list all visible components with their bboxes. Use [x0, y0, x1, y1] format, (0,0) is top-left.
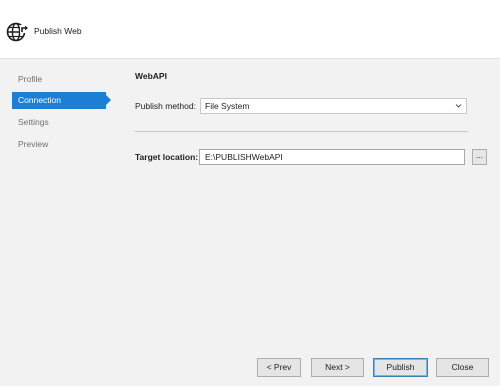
- sidebar-item-preview[interactable]: Preview: [12, 136, 106, 153]
- browse-button[interactable]: ...: [472, 149, 487, 165]
- sidebar-item-connection[interactable]: Connection: [12, 92, 111, 109]
- sidebar-item-profile[interactable]: Profile: [12, 71, 106, 88]
- publish-method-select[interactable]: File System: [200, 98, 467, 114]
- sidebar-item-label: Connection: [18, 95, 62, 105]
- globe-publish-icon: [6, 21, 30, 43]
- dialog-header: Publish Web: [0, 0, 500, 58]
- close-button[interactable]: Close: [436, 358, 489, 377]
- sidebar-item-settings[interactable]: Settings: [12, 114, 106, 131]
- active-pointer-icon: [106, 95, 111, 105]
- profile-name-heading: WebAPI: [135, 71, 167, 81]
- prev-button[interactable]: < Prev: [257, 358, 301, 377]
- section-divider: [135, 131, 468, 132]
- target-location-input[interactable]: E:\PUBLISHWebAPI: [199, 149, 465, 165]
- target-location-value: E:\PUBLISHWebAPI: [205, 152, 283, 162]
- sidebar-item-label: Preview: [18, 139, 49, 149]
- sidebar-nav: Profile Connection Settings Preview: [0, 59, 118, 386]
- publish-button[interactable]: Publish: [373, 358, 428, 377]
- publish-method-value: File System: [205, 101, 250, 111]
- next-button[interactable]: Next >: [311, 358, 364, 377]
- sidebar-item-label: Profile: [18, 74, 43, 84]
- header-top-strip: [0, 0, 500, 9]
- dialog-title: Publish Web: [34, 26, 82, 36]
- chevron-down-icon: [455, 100, 462, 111]
- sidebar-item-label: Settings: [18, 117, 49, 127]
- publish-method-label: Publish method:: [135, 101, 196, 111]
- target-location-label: Target location:: [135, 152, 199, 162]
- publish-web-dialog: Publish Web Profile Connection Settings …: [0, 0, 500, 386]
